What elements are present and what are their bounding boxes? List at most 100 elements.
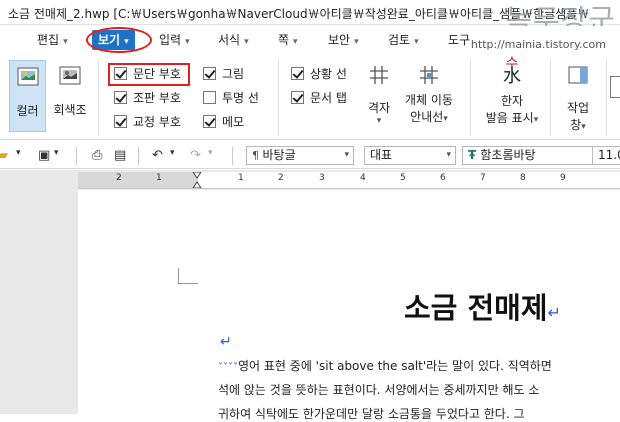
font-value: 함초롬바탕 (480, 148, 536, 162)
status-line-checkbox[interactable]: 상황 선 (291, 65, 347, 83)
body-text-line[interactable]: ˅˅˅˅영어 표현 중에 'sit above the salt'라는 말이 있… (218, 357, 552, 374)
checkbox-box[interactable] (114, 91, 127, 104)
task-window-label2: 창▾ (570, 118, 586, 132)
object-guide-label1: 개체 이동 (405, 93, 453, 107)
menu-review[interactable]: 검토 ▾ (388, 30, 419, 50)
checkbox-box[interactable] (203, 67, 216, 80)
menu-edit[interactable]: 편집 ▾ (37, 30, 68, 50)
task-window-button[interactable]: 작업 창▾ (558, 64, 598, 132)
open-folder-icon[interactable]: ▰ (0, 148, 8, 163)
checkbox-box[interactable] (203, 115, 216, 128)
checkbox-box[interactable] (114, 115, 127, 128)
checkbox-label: 교정 부호 (133, 115, 181, 129)
hanja-label2: 발음 표시▾ (485, 111, 539, 125)
font-select[interactable]: Ŧ 함초롬바탕▾ (462, 146, 602, 165)
checkbox-label: 조판 부호 (133, 91, 181, 105)
grid-label: 격자 (367, 101, 391, 115)
toolbar-divider (76, 147, 77, 165)
color-mode-button[interactable]: 컬러 (9, 60, 46, 132)
document-title-text: 소금 전매제 (404, 291, 548, 325)
ribbon: 컬러 회색조 문단 부호 조판 부호 교정 부호 그림 투명 선 메모 상황 선… (0, 54, 620, 140)
object-guide-button[interactable]: 개체 이동 안내선▾ (401, 64, 457, 132)
tab-mark: ˅˅˅˅ (218, 362, 238, 373)
print-icon[interactable]: ⎙ (92, 148, 102, 163)
redo-dropdown-icon[interactable]: ▾ (208, 148, 213, 158)
ruler-number: 1 (156, 173, 162, 183)
document-tab-checkbox[interactable]: 문서 탭 (291, 89, 347, 107)
font-size-value: 11.0 (598, 148, 620, 162)
language-select[interactable]: 대표 ▾ (364, 146, 456, 165)
empty-paragraph-mark: ↵ (220, 334, 232, 350)
ruler-number: 7 (480, 173, 486, 183)
undo-dropdown-icon[interactable]: ▾ (170, 148, 175, 158)
ruler-number: 4 (360, 173, 366, 183)
window-title: 소금 전매제_2.hwp [C:￦Users￦gonha￦NaverCloud￦… (8, 7, 590, 21)
checkbox-label: 메모 (222, 115, 245, 129)
color-picture-icon (17, 67, 38, 86)
language-value: 대표 (370, 148, 393, 162)
menu-security[interactable]: 보안 ▾ (328, 30, 359, 50)
save-dropdown-icon[interactable]: ▾ (54, 148, 59, 158)
grayscale-mode-label: 회색조 (53, 103, 87, 117)
memo-checkbox[interactable]: 메모 (203, 113, 244, 131)
ruler-number: 5 (400, 173, 406, 183)
document-title[interactable]: 소금 전매제↵ (404, 285, 561, 327)
hanja-label1: 한자 (500, 94, 524, 108)
ribbon-divider (606, 60, 607, 136)
page-corner-mark (178, 268, 198, 284)
ruler-number: 6 (440, 173, 446, 183)
font-type-icon: Ŧ (468, 148, 481, 162)
checkbox-box[interactable] (203, 91, 216, 104)
ruler-number: 2 (278, 173, 284, 183)
task-window-label1: 작업 (566, 101, 590, 115)
paragraph-mark-highlight (108, 63, 190, 86)
ruler-number: 2 (116, 173, 122, 183)
ribbon-divider (278, 60, 279, 136)
hanja-pronunciation-button[interactable]: 수 水 한자 발음 표시▾ (480, 57, 544, 132)
proofread-mark-checkbox[interactable]: 교정 부호 (114, 113, 181, 131)
preview-icon[interactable]: ▤ (114, 148, 126, 163)
ruler-number: 1 (238, 173, 244, 183)
transparent-line-checkbox[interactable]: 투명 선 (203, 89, 259, 107)
ruler-margin (78, 172, 198, 188)
menu-format[interactable]: 서식 ▾ (218, 30, 249, 50)
paragraph-end-mark: ↵ (547, 303, 561, 322)
menu-page[interactable]: 쪽 ▾ (278, 30, 298, 50)
chevron-down-icon: ▾ (446, 150, 451, 160)
checkbox-box[interactable] (291, 67, 304, 80)
layout-mark-checkbox[interactable]: 조판 부호 (114, 89, 181, 107)
menu-tools[interactable]: 도구 (448, 30, 470, 50)
more-panel-icon[interactable] (610, 76, 620, 98)
indent-marker-icon[interactable] (192, 171, 202, 189)
undo-icon[interactable]: ↶ (152, 148, 163, 163)
save-icon[interactable]: ▣ (38, 148, 50, 163)
ruler-number: 9 (560, 173, 566, 183)
hanja-icon: 水 (503, 66, 521, 87)
grayscale-picture-icon (59, 66, 81, 85)
open-dropdown-icon[interactable]: ▾ (16, 148, 21, 158)
style-select[interactable]: ¶ 바탕글 ▾ (246, 146, 354, 165)
horizontal-ruler[interactable]: 2 1 1 2 3 4 5 6 7 8 9 (78, 171, 620, 189)
redo-icon[interactable]: ↷ (190, 148, 201, 163)
grid-dropdown-arrow: ▾ (376, 116, 382, 126)
menu-insert[interactable]: 입력 ▾ (159, 30, 190, 50)
ribbon-divider (550, 60, 551, 136)
formatting-toolbar: ▰ ▾ ▣ ▾ ⎙ ▤ ↶ ▾ ↷ ▾ ¶ 바탕글▾ 대표▾ Ŧ 함초롬바탕▾ … (0, 142, 620, 169)
ribbon-divider (470, 60, 471, 136)
toolbar-divider (232, 147, 233, 165)
grid-button[interactable]: 격자 ▾ (360, 64, 398, 132)
chevron-down-icon: ▾ (344, 150, 349, 160)
body-text-line[interactable]: 석에 앉는 것을 뜻하는 표현이다. 서양에서는 중세까지만 해도 소 (218, 381, 539, 398)
checkbox-label: 투명 선 (222, 91, 259, 105)
style-icon: ¶ (252, 149, 263, 162)
picture-checkbox[interactable]: 그림 (203, 65, 244, 83)
ribbon-divider (98, 60, 99, 136)
font-size-select[interactable]: 11.0 (592, 146, 620, 165)
grayscale-mode-button[interactable]: 회색조 (48, 60, 92, 132)
checkbox-box[interactable] (291, 91, 304, 104)
ruler-number: 8 (520, 173, 526, 183)
object-guide-label2: 안내선▾ (410, 110, 448, 124)
highlight-circle (86, 27, 152, 53)
style-value: 바탕글 (262, 148, 296, 162)
ruler-number: 3 (319, 173, 325, 183)
